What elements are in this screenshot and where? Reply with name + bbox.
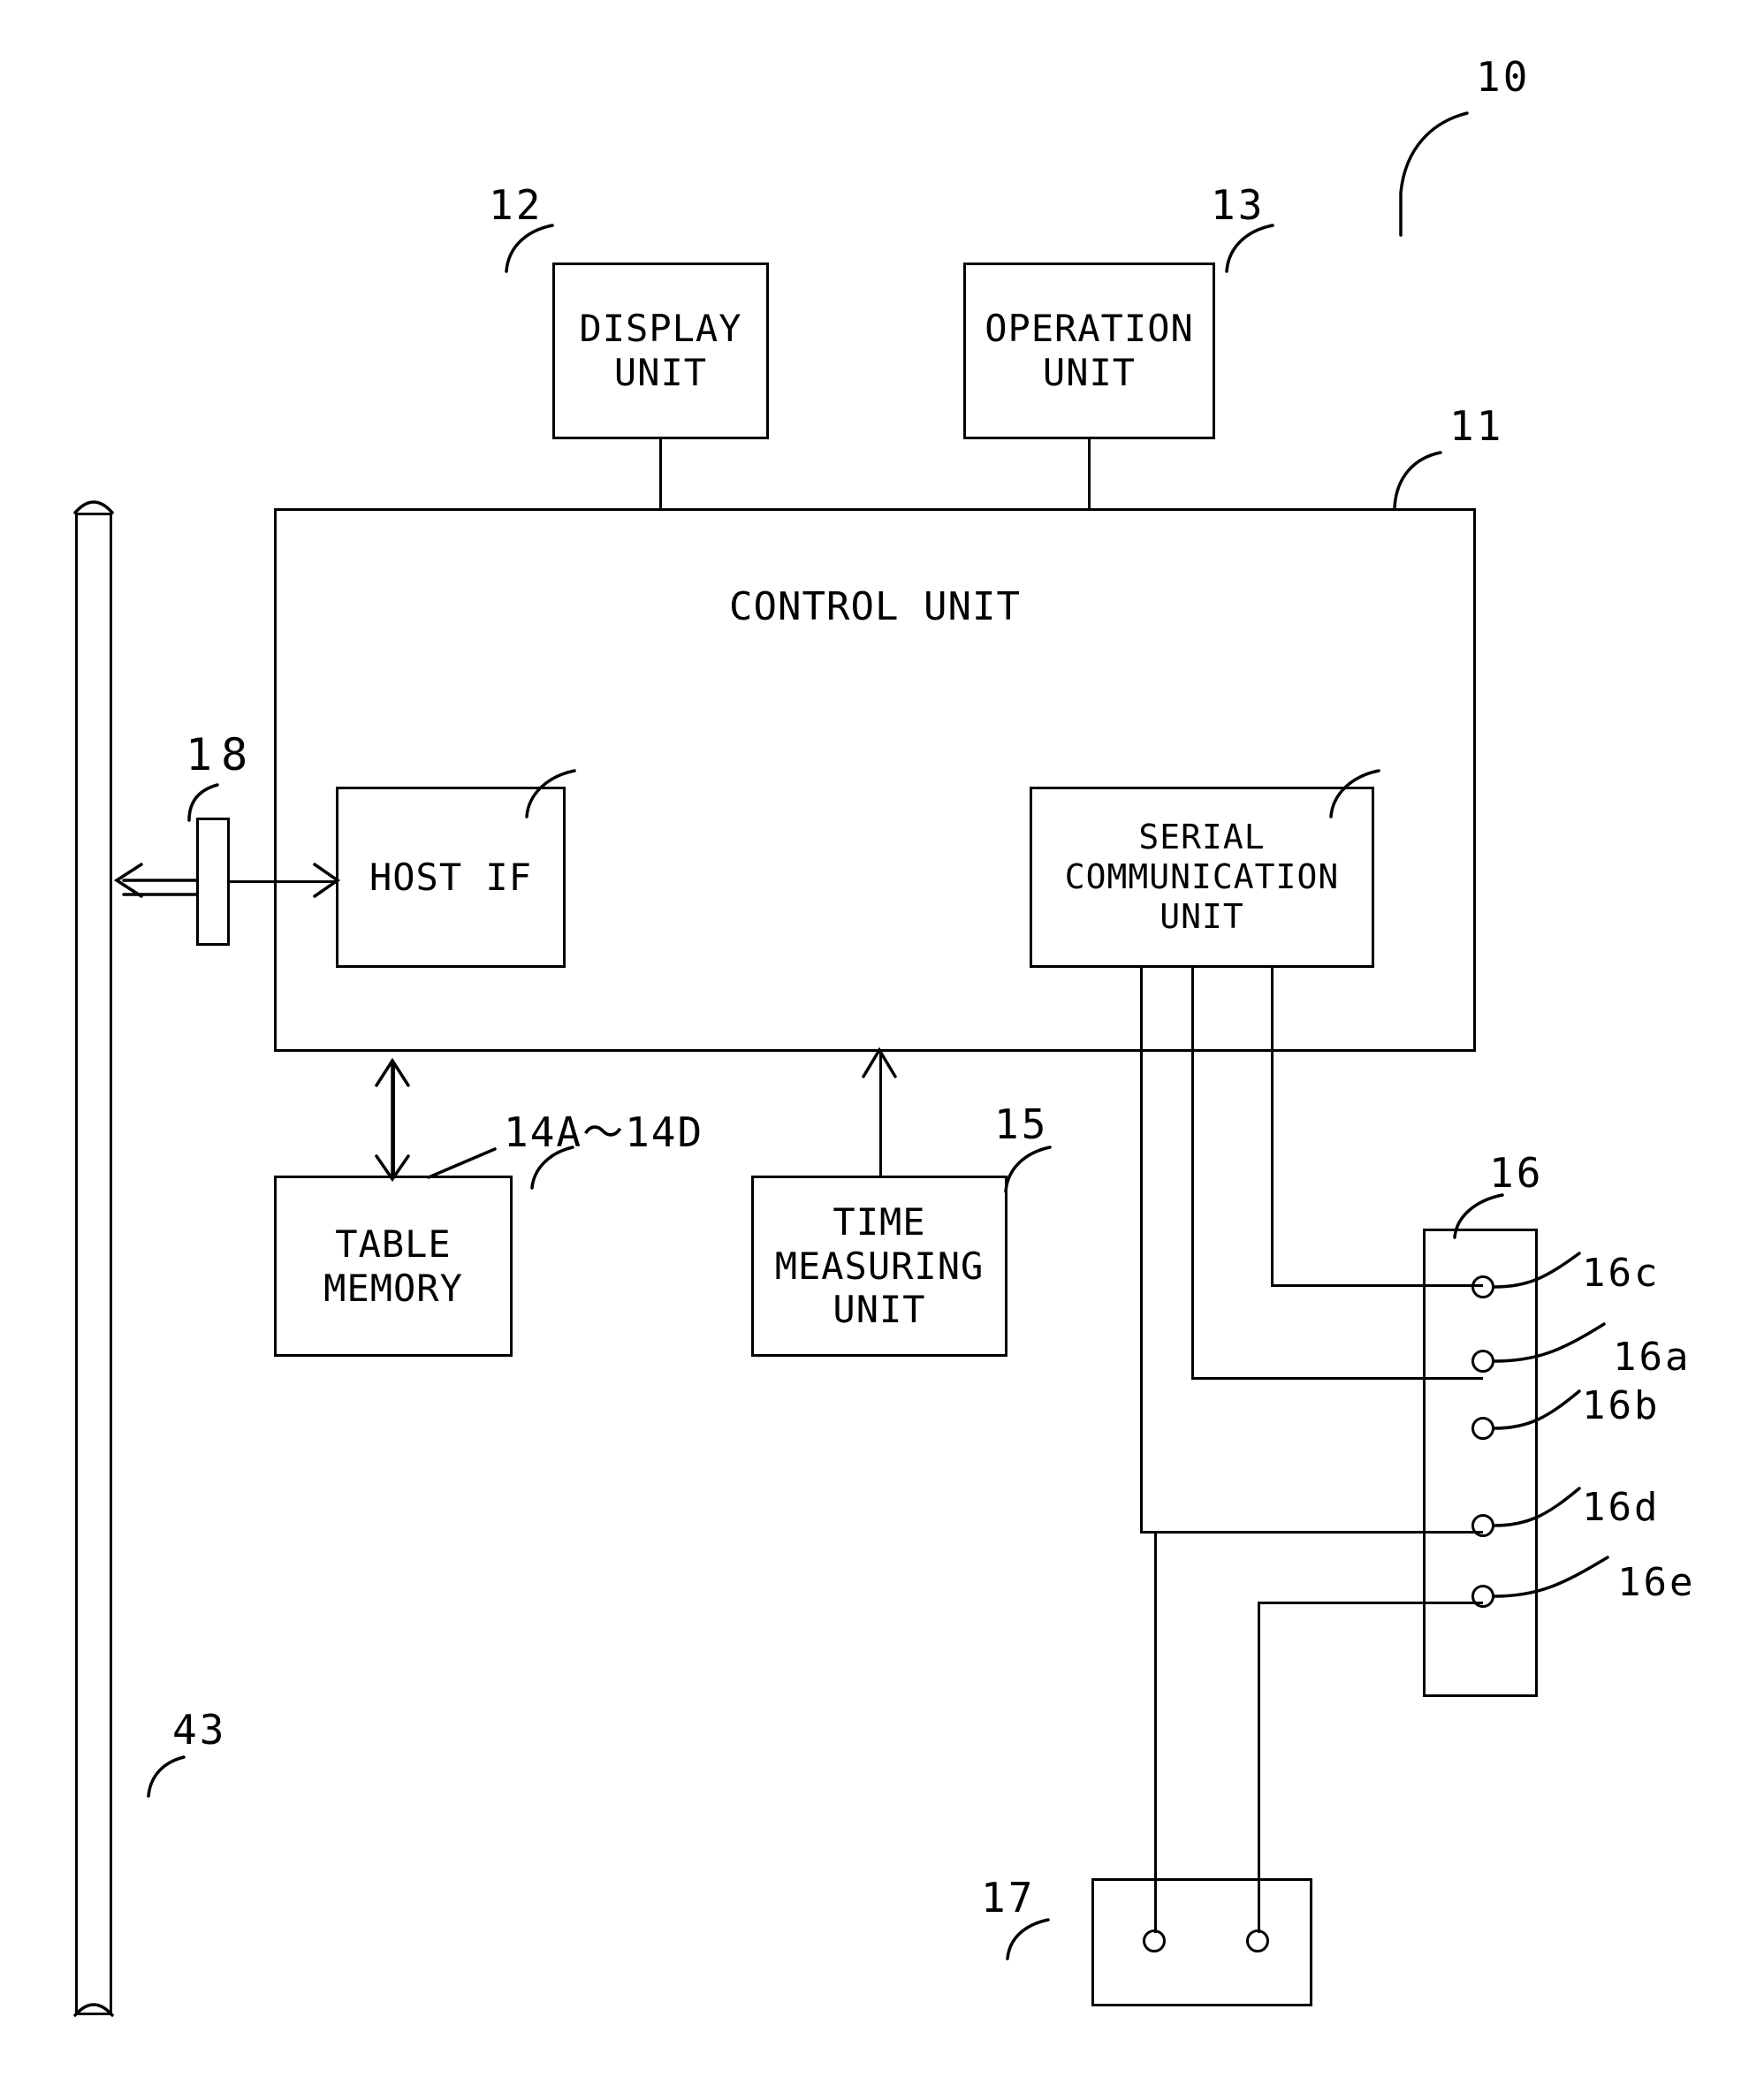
line-16e-v xyxy=(1258,1602,1260,1933)
terminal-16c[interactable] xyxy=(1471,1275,1494,1298)
ref-15: 15 xyxy=(994,1100,1049,1148)
line-serial-b xyxy=(1271,968,1274,1286)
line-serial-c xyxy=(1140,968,1143,1534)
block-operation-unit-label: OPERATION UNIT xyxy=(985,307,1194,394)
block-terminal[interactable] xyxy=(1091,1878,1312,2006)
block-connector[interactable] xyxy=(1423,1229,1538,1697)
block-operation-unit[interactable]: OPERATION UNIT xyxy=(963,263,1215,439)
line-bus-to-hostif xyxy=(228,880,336,883)
ref-11: 11 xyxy=(1449,402,1504,450)
ref-18: 18 xyxy=(186,729,257,780)
ref-43: 43 xyxy=(172,1706,227,1754)
ref-16e: 16e xyxy=(1617,1560,1696,1605)
ref-16c: 16c xyxy=(1582,1251,1661,1296)
line-serial-b-h xyxy=(1271,1284,1483,1287)
block-display-unit-label: DISPLAY UNIT xyxy=(579,307,742,394)
block-serial-communication-unit-label: SERIAL COMMUNICATION UNIT xyxy=(1064,818,1340,936)
ref-12: 12 xyxy=(489,181,544,229)
ref-16a: 16a xyxy=(1613,1335,1692,1380)
terminal-16b[interactable] xyxy=(1471,1417,1494,1440)
ref-10: 10 xyxy=(1476,53,1531,101)
block-host-if-label: HOST IF xyxy=(369,855,532,899)
ref-13: 13 xyxy=(1211,181,1266,229)
block-control-unit-label: CONTROL UNIT xyxy=(729,584,1021,629)
block-control-unit[interactable]: CONTROL UNIT xyxy=(274,508,1476,1052)
line-operation-to-control xyxy=(1088,439,1091,510)
line-serial-a-h xyxy=(1191,1377,1483,1380)
ref-16b: 16b xyxy=(1582,1383,1661,1428)
line-serial-c-h xyxy=(1140,1531,1483,1534)
line-display-to-control xyxy=(659,439,662,510)
terminal-16a[interactable] xyxy=(1471,1350,1494,1373)
block-display-unit[interactable]: DISPLAY UNIT xyxy=(552,263,769,439)
line-16e-h xyxy=(1258,1602,1483,1604)
ref-16: 16 xyxy=(1489,1149,1544,1197)
ref-17: 17 xyxy=(981,1874,1036,1922)
patent-figure: 10 12 13 11 11a 11b 18 14A～14D 15 16 16c… xyxy=(0,0,1764,2093)
line-timemeasuring-to-control xyxy=(879,1052,882,1176)
line-serial-a xyxy=(1191,968,1194,1380)
block-time-measuring-unit-label: TIME MEASURING UNIT xyxy=(774,1200,985,1332)
block-host-if[interactable]: HOST IF xyxy=(336,787,566,968)
block-time-measuring-unit[interactable]: TIME MEASURING UNIT xyxy=(751,1176,1007,1357)
block-bus-interface[interactable] xyxy=(196,818,230,946)
block-serial-communication-unit[interactable]: SERIAL COMMUNICATION UNIT xyxy=(1030,787,1374,968)
terminal-16d[interactable] xyxy=(1471,1514,1494,1537)
block-vertical-bar xyxy=(75,513,112,2015)
ref-14a-14d: 14A～14D xyxy=(504,1108,704,1156)
terminal-16e[interactable] xyxy=(1471,1585,1494,1608)
line-tablememory-to-control xyxy=(392,1065,395,1176)
block-table-memory[interactable]: TABLE MEMORY xyxy=(274,1176,513,1357)
ref-16d: 16d xyxy=(1582,1485,1661,1530)
line-terminal-left-up xyxy=(1154,1531,1157,1933)
block-table-memory-label: TABLE MEMORY xyxy=(323,1222,463,1310)
